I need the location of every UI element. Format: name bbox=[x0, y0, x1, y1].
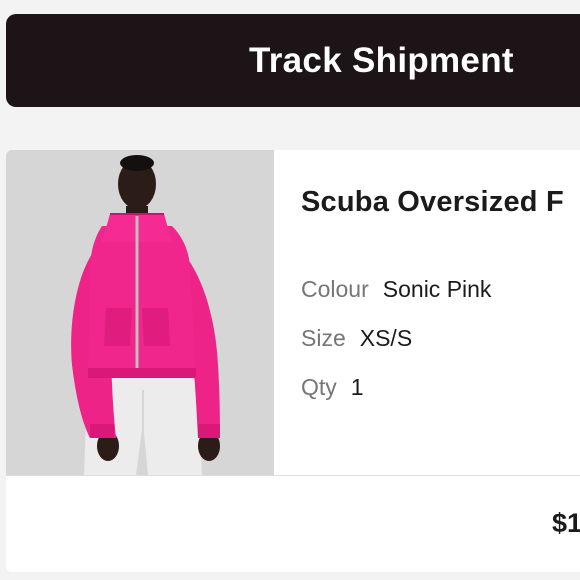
order-item-card: Scuba Oversized F Colour Sonic Pink Size X… bbox=[6, 150, 580, 572]
attribute-row-qty: Qty 1 bbox=[301, 374, 364, 401]
attribute-row-size: Size XS/S bbox=[301, 325, 412, 352]
size-value: XS/S bbox=[359, 325, 413, 351]
product-title[interactable]: Scuba Oversized F bbox=[301, 186, 564, 219]
colour-value: Sonic Pink bbox=[382, 276, 492, 302]
colour-label: Colour bbox=[301, 276, 369, 302]
order-details-page: Track Shipment Scuba Oversized F Colour … bbox=[0, 0, 580, 580]
track-shipment-button[interactable]: Track Shipment bbox=[6, 14, 580, 107]
qty-label: Qty bbox=[301, 374, 337, 400]
qty-value: 1 bbox=[350, 374, 364, 400]
attribute-row-colour: Colour Sonic Pink bbox=[301, 276, 491, 303]
product-image[interactable] bbox=[6, 150, 274, 475]
item-price: $1 bbox=[552, 508, 580, 538]
size-label: Size bbox=[301, 325, 346, 351]
card-divider bbox=[6, 475, 580, 476]
track-shipment-label: Track Shipment bbox=[249, 40, 514, 80]
